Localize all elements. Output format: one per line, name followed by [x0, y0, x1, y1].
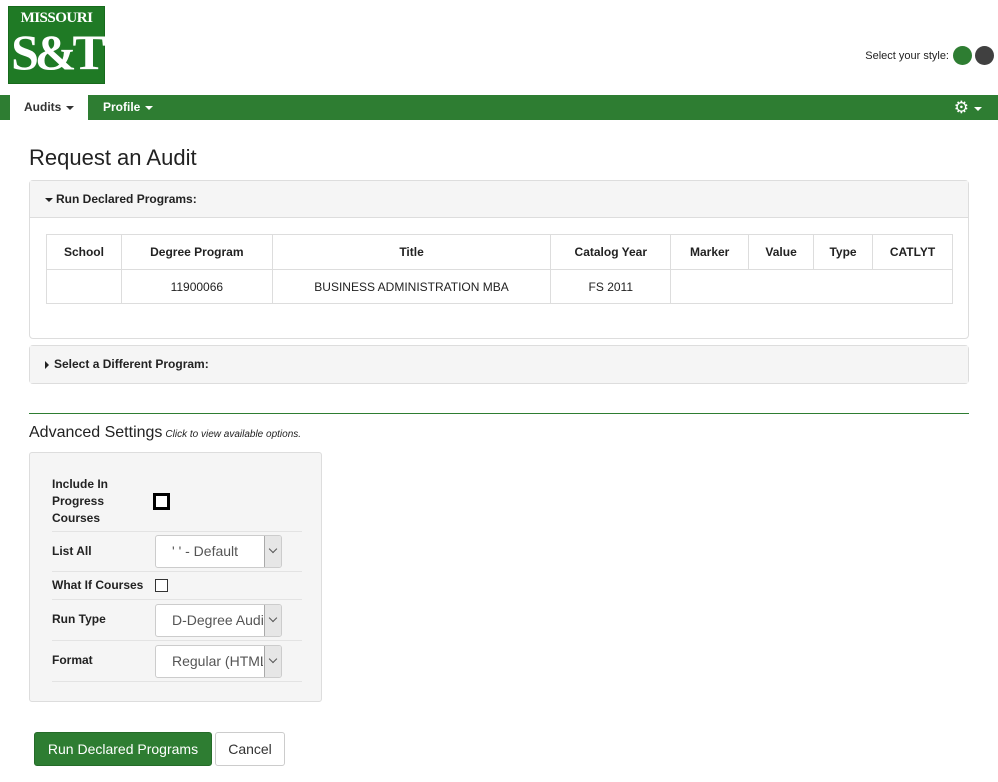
include-label-line-1: Include In: [52, 477, 109, 491]
table-header-row: School Degree Program Title Catalog Year…: [46, 234, 953, 270]
top-navbar: Audits Profile ⚙: [0, 95, 998, 120]
what-if-checkbox[interactable]: [155, 579, 168, 592]
run-type-value: D-Degree Audit: [172, 612, 263, 628]
include-in-progress-checkbox[interactable]: [153, 493, 170, 510]
gear-icon: ⚙: [953, 98, 969, 117]
advanced-settings-panel: Include In Progress Courses List All ' '…: [29, 452, 322, 702]
include-in-progress-label: Include In Progress Courses: [52, 476, 108, 527]
cell-catalog-year: FS 2011: [550, 269, 672, 304]
table-row: 11900066 BUSINESS ADMINISTRATION MBA FS …: [46, 269, 953, 304]
list-all-label: List All: [52, 544, 92, 558]
col-header-school: School: [46, 234, 122, 270]
declared-programs-panel: Run Declared Programs: School Degree Pro…: [29, 180, 969, 339]
setting-row-run-type: Run Type D-Degree Audit: [52, 600, 302, 641]
settings-menu[interactable]: ⚙: [954, 99, 982, 116]
include-label-line-3: Courses: [52, 511, 101, 525]
cell-degree-program: 11900066: [120, 269, 273, 304]
cancel-button[interactable]: Cancel: [215, 732, 285, 766]
nav-tab-profile-label: Profile: [103, 100, 141, 114]
list-all-select[interactable]: ' ' - Default: [155, 535, 282, 568]
chevron-down-icon: [264, 605, 281, 636]
format-value: Regular (HTML): [172, 653, 263, 669]
col-header-catlyt: CATLYT: [872, 234, 953, 270]
triangle-down-icon: [45, 197, 53, 202]
col-header-type: Type: [813, 234, 873, 270]
declared-programs-toggle[interactable]: Run Declared Programs:: [30, 181, 968, 218]
chevron-down-icon: [264, 646, 281, 677]
col-header-title: Title: [271, 234, 552, 270]
logo-main-text: S&T: [11, 24, 106, 80]
format-select[interactable]: Regular (HTML): [155, 645, 282, 678]
triangle-right-icon: [45, 360, 49, 369]
setting-row-include-in-progress: Include In Progress Courses: [52, 475, 302, 532]
setting-row-what-if: What If Courses: [52, 572, 302, 600]
page-title: Request an Audit: [29, 145, 197, 170]
include-label-line-2: Progress: [52, 494, 105, 508]
nav-tab-audits-label: Audits: [24, 100, 62, 114]
missouri-st-logo: MISSOURI S&T: [8, 6, 106, 84]
style-swatch-green[interactable]: [953, 46, 972, 65]
run-type-label: Run Type: [52, 612, 106, 626]
what-if-label: What If Courses: [52, 578, 144, 592]
different-program-toggle[interactable]: Select a Different Program:: [30, 346, 968, 383]
style-swatch-dark[interactable]: [975, 46, 994, 65]
list-all-value: ' ' - Default: [172, 543, 239, 559]
setting-row-format: Format Regular (HTML): [52, 641, 302, 682]
different-program-panel: Select a Different Program:: [29, 345, 969, 384]
chevron-down-icon: [264, 536, 281, 567]
format-label: Format: [52, 653, 93, 667]
programs-table: School Degree Program Title Catalog Year…: [46, 234, 953, 304]
advanced-settings-title: Advanced Settings: [29, 424, 163, 441]
run-declared-programs-button[interactable]: Run Declared Programs: [34, 732, 212, 766]
col-header-marker: Marker: [670, 234, 750, 270]
col-header-value: Value: [748, 234, 815, 270]
caret-down-icon: [66, 105, 75, 110]
advanced-settings-toggle[interactable]: Advanced Settings Click to view available…: [29, 424, 301, 442]
nav-tab-profile[interactable]: Profile: [103, 95, 163, 120]
cell-school: [46, 269, 122, 304]
declared-programs-heading: Run Declared Programs:: [56, 192, 197, 206]
caret-down-icon: [974, 106, 982, 111]
cell-title: BUSINESS ADMINISTRATION MBA: [271, 269, 552, 304]
setting-row-list-all: List All ' ' - Default: [52, 532, 302, 572]
col-header-catalog-year: Catalog Year: [550, 234, 672, 270]
nav-tab-audits[interactable]: Audits: [10, 95, 88, 120]
advanced-settings-hint: Click to view available options.: [165, 429, 302, 440]
caret-down-icon: [145, 105, 154, 110]
style-picker-label: Select your style:: [865, 49, 949, 62]
cell-marker: [670, 269, 953, 304]
different-program-heading: Select a Different Program:: [54, 357, 209, 371]
col-header-degree-program: Degree Program: [120, 234, 273, 270]
run-type-select[interactable]: D-Degree Audit: [155, 604, 282, 637]
style-picker: Select your style:: [865, 46, 994, 65]
section-divider: [29, 413, 969, 414]
